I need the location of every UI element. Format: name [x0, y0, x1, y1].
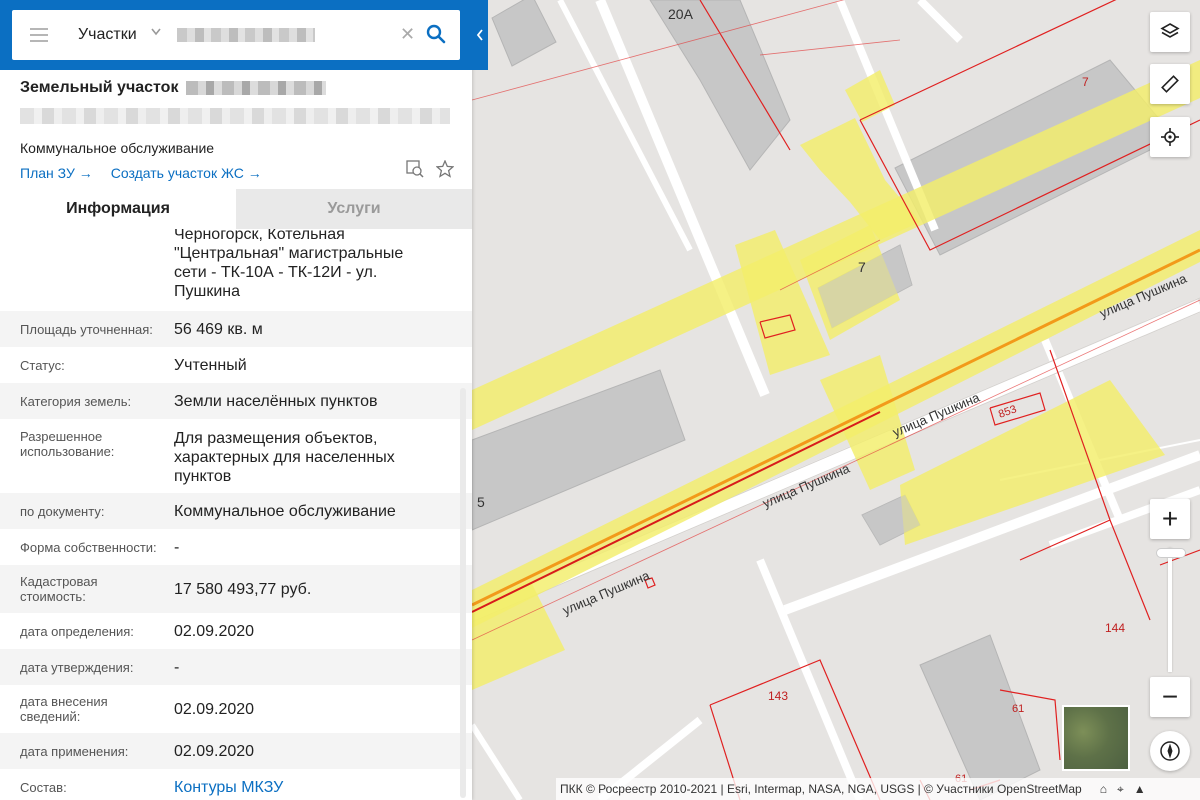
tab-information[interactable]: Информация — [0, 189, 236, 229]
ruler-icon — [1161, 75, 1179, 93]
label-20a: 20А — [668, 6, 694, 22]
create-parcel-link[interactable]: Создать участок ЖС → — [111, 165, 262, 181]
scrollbar[interactable] — [460, 388, 466, 798]
layers-icon — [1160, 23, 1180, 38]
info-row-permitted-use: Разрешенное использование: Для размещени… — [0, 419, 472, 493]
address-redacted — [20, 108, 450, 124]
search-input[interactable] — [176, 28, 315, 42]
label-5: 5 — [477, 494, 485, 510]
info-row-date-applied: дата применения: 02.09.2020 — [0, 733, 472, 769]
info-label: Статус: — [20, 357, 65, 373]
layers-button[interactable] — [1150, 12, 1190, 52]
info-label: Разрешенное использование: — [20, 429, 115, 459]
zoom-in-button[interactable]: + — [1150, 499, 1190, 539]
info-row-date-approved: дата утверждения: - — [0, 649, 472, 685]
label-61a: 61 — [1012, 703, 1024, 715]
map-attribution: ПКК © Росреестр 2010-2021 | Esri, Interm… — [556, 778, 1200, 800]
crosshair-icon[interactable]: ⌖ — [1117, 782, 1124, 797]
zoom-slider-track[interactable] — [1168, 548, 1172, 672]
north-arrow-icon[interactable]: ▲ — [1134, 782, 1146, 797]
info-value: Земли населённых пунктов — [174, 392, 378, 410]
info-row-date-entered: дата внесения сведений: 02.09.2020 — [0, 685, 472, 733]
object-header: Земельный участок Коммунальное обслужива… — [0, 70, 472, 182]
info-row-composition: Состав: Контуры МКЗУ — [0, 769, 472, 800]
info-value: Для размещения объектов, характерных для… — [174, 430, 395, 485]
info-label: дата применения: — [20, 743, 129, 759]
info-value: Черногорск, Котельная "Центральная" маги… — [174, 229, 404, 300]
compass-icon — [1160, 741, 1180, 761]
info-label: дата утверждения: — [20, 659, 134, 675]
collapse-panel-button[interactable] — [472, 0, 488, 70]
info-value: - — [174, 658, 180, 676]
info-label: Состав: — [20, 779, 67, 795]
chevron-left-icon — [476, 29, 483, 41]
label-7a: 7 — [1082, 75, 1089, 89]
zoom-to-object-icon[interactable] — [406, 160, 424, 183]
info-row-date-determined: дата определения: 02.09.2020 — [0, 613, 472, 649]
compass-button[interactable] — [1150, 731, 1190, 771]
search-type-select[interactable]: Участки — [78, 26, 137, 44]
ruler-button[interactable] — [1150, 64, 1190, 104]
info-value: 02.09.2020 — [174, 742, 255, 760]
info-label: дата внесения сведений: — [20, 694, 108, 724]
info-panel: Участки ✕ Земельный участок Коммунальное… — [0, 0, 472, 800]
info-row-cadastral-value: Кадастровая стоимость: 17 580 493,77 руб… — [0, 565, 472, 613]
label-143: 143 — [768, 689, 788, 703]
tab-services[interactable]: Услуги — [236, 189, 472, 229]
info-value: 02.09.2020 — [174, 700, 255, 718]
info-row-status: Статус: Учтенный — [0, 347, 472, 383]
info-label: Форма собственности: — [20, 539, 157, 555]
close-icon[interactable]: ✕ — [400, 25, 415, 43]
object-title-text: Земельный участок — [20, 79, 179, 96]
info-label: Площадь уточненная: — [20, 321, 153, 337]
object-title: Земельный участок — [20, 78, 452, 98]
info-row-by-document: по документу: Коммунальное обслуживание — [0, 493, 472, 529]
header-actions — [406, 159, 455, 183]
basemap-switcher[interactable] — [1062, 705, 1130, 771]
locate-button[interactable] — [1150, 117, 1190, 157]
info-value: 56 469 кв. м — [174, 320, 263, 338]
info-row-area: Площадь уточненная: 56 469 кв. м — [0, 311, 472, 347]
info-row-category: Категория земель: Земли населённых пункт… — [0, 383, 472, 419]
object-type: Коммунальное обслуживание — [20, 140, 215, 156]
label-7b: 7 — [858, 259, 866, 275]
info-label: Категория земель: — [20, 393, 132, 409]
info-value: Учтенный — [174, 356, 247, 374]
info-table: Черногорск, Котельная "Центральная" маги… — [0, 229, 472, 800]
star-icon[interactable] — [435, 159, 455, 183]
search-icon[interactable] — [426, 24, 446, 44]
info-label: по документу: — [20, 503, 105, 519]
menu-icon[interactable] — [30, 28, 48, 42]
composition-link[interactable]: Контуры МКЗУ — [174, 778, 283, 797]
attribution-text: ПКК © Росреестр 2010-2021 | Esri, Interm… — [560, 782, 1082, 796]
zoom-slider-handle[interactable] — [1156, 548, 1186, 558]
label-144: 144 — [1105, 621, 1125, 635]
info-label: дата определения: — [20, 623, 134, 639]
cadastral-number-redacted — [186, 81, 327, 95]
info-label: Кадастровая стоимость: — [20, 574, 98, 604]
home-icon[interactable]: ⌂ — [1100, 782, 1107, 797]
info-row-ownership: Форма собственности: - — [0, 529, 472, 565]
object-links: План ЗУ → Создать участок ЖС → — [20, 164, 452, 182]
info-value: 17 580 493,77 руб. — [174, 580, 312, 598]
panel-tabs: Информация Услуги — [0, 189, 472, 229]
info-value: - — [174, 538, 180, 556]
locate-icon — [1161, 128, 1179, 146]
search-box: Участки ✕ — [12, 10, 460, 60]
info-row-address: Черногорск, Котельная "Центральная" маги… — [0, 229, 472, 311]
info-value: Коммунальное обслуживание — [174, 502, 396, 520]
info-value: 02.09.2020 — [174, 622, 255, 640]
search-bar: Участки ✕ — [0, 0, 472, 70]
zoom-out-button[interactable]: − — [1150, 677, 1190, 717]
plan-zu-link[interactable]: План ЗУ → — [20, 165, 93, 181]
chevron-down-icon[interactable] — [151, 28, 161, 38]
